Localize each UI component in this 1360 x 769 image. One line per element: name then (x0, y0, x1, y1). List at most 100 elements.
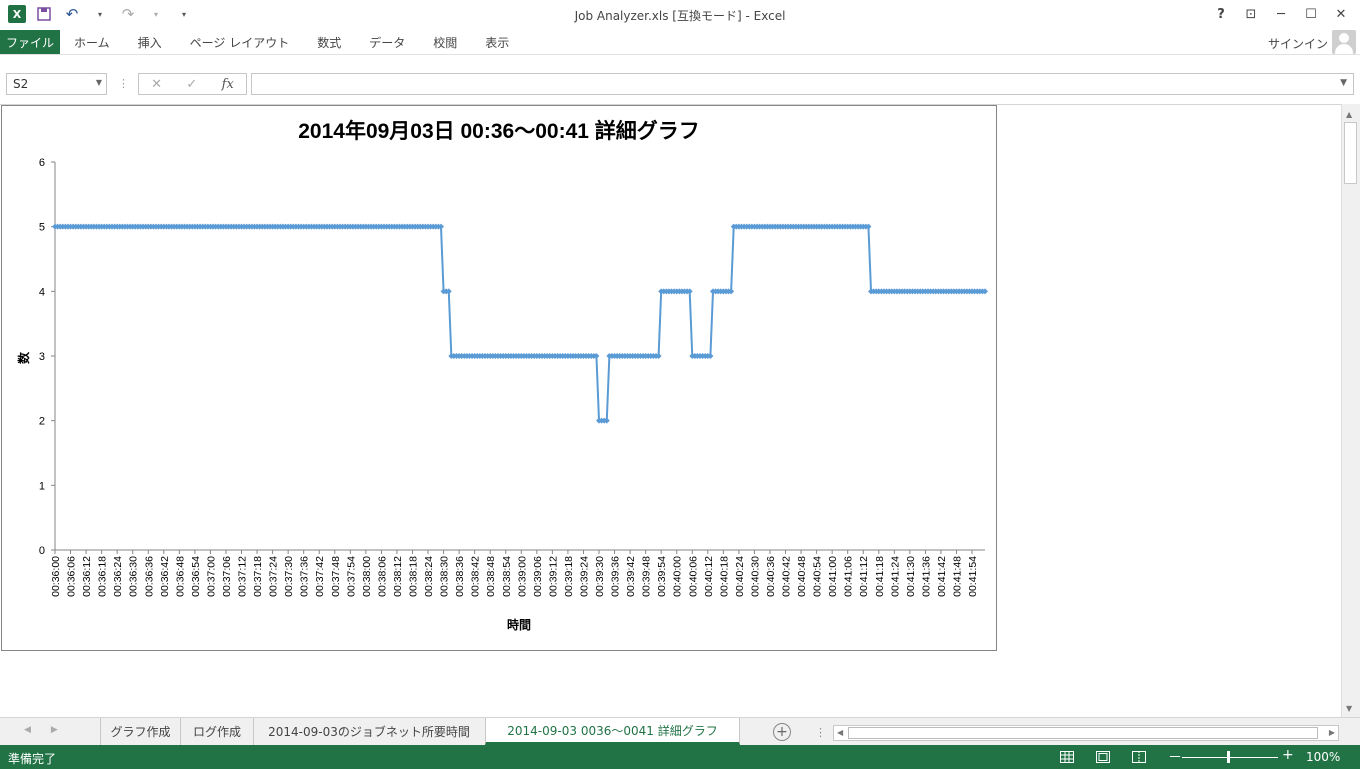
close-button[interactable]: ✕ (1328, 3, 1354, 25)
x-tick-label: 00:40:06 (687, 556, 699, 597)
zoom-level[interactable]: 100% (1306, 750, 1340, 764)
vertical-scrollbar[interactable]: ▲ ▼ (1341, 104, 1360, 717)
restore-button[interactable]: ☐ (1298, 3, 1324, 25)
vertical-scroll-thumb[interactable] (1344, 122, 1357, 184)
y-tick-label: 2 (39, 416, 45, 428)
sheet-prev-icon[interactable]: ◀ (24, 725, 31, 735)
formula-input[interactable]: ▼ (251, 73, 1354, 95)
scroll-right-icon[interactable]: ▶ (1329, 728, 1335, 737)
sheet-tab-graph-create[interactable]: グラフ作成 (100, 718, 180, 745)
horizontal-scroll-thumb[interactable] (848, 727, 1318, 739)
x-tick-label: 00:37:30 (283, 556, 295, 597)
tab-file[interactable]: ファイル (0, 30, 60, 54)
minimize-button[interactable]: ─ (1268, 3, 1294, 25)
formula-bar-grip[interactable]: ⋮ (118, 77, 129, 90)
title-bar: X ↶ ▾ ↷ ▾ ▾ Job Analyzer.xls [互換モード] - E… (0, 0, 1360, 30)
x-tick-label: 00:41:24 (889, 556, 901, 597)
x-tick-label: 00:37:00 (205, 556, 217, 597)
sheet-tab-detail-graph[interactable]: 2014-09-03 0036～0041 詳細グラフ (485, 718, 740, 745)
x-tick-label: 00:38:36 (454, 556, 466, 597)
x-tick-label: 00:38:48 (485, 556, 497, 597)
tab-insert[interactable]: 挿入 (124, 30, 176, 54)
zoom-slider[interactable]: － + (1168, 747, 1294, 767)
x-tick-label: 00:39:48 (641, 556, 653, 597)
y-tick-label: 5 (39, 222, 45, 234)
ribbon-display-icon[interactable]: ⊡ (1238, 3, 1264, 25)
x-tick-label: 00:39:12 (547, 556, 559, 597)
x-tick-label: 00:38:12 (392, 556, 404, 597)
scroll-down-icon[interactable]: ▼ (1346, 704, 1352, 713)
x-tick-label: 00:36:36 (143, 556, 155, 597)
window-title: Job Analyzer.xls [互換モード] - Excel (574, 9, 786, 23)
x-tick-label: 00:41:00 (827, 556, 839, 597)
series-line (52, 223, 988, 424)
chevron-down-icon[interactable]: ▼ (96, 78, 102, 87)
expand-formula-icon[interactable]: ▼ (1340, 78, 1347, 88)
x-tick-label: 00:36:12 (81, 556, 93, 597)
x-tick-label: 00:38:42 (470, 556, 482, 597)
sheet-tab-jobnet-time[interactable]: 2014-09-03のジョブネット所要時間 (253, 718, 484, 745)
x-tick-label: 00:37:48 (330, 556, 342, 597)
x-tick-label: 00:41:30 (905, 556, 917, 597)
formula-buttons: ✕ ✓ fx (138, 73, 247, 95)
x-tick-label: 00:38:06 (376, 556, 388, 597)
enter-icon[interactable]: ✓ (186, 77, 197, 92)
scroll-up-icon[interactable]: ▲ (1346, 110, 1352, 119)
insert-function-icon[interactable]: fx (222, 77, 234, 92)
x-tick-label: 00:39:30 (594, 556, 606, 597)
tab-home[interactable]: ホーム (60, 30, 124, 54)
sheet-next-icon[interactable]: ▶ (51, 725, 58, 735)
cancel-icon[interactable]: ✕ (151, 77, 162, 92)
x-tick-label: 00:36:18 (97, 556, 109, 597)
y-axis-label: 数 (16, 351, 31, 364)
x-tick-label: 00:41:18 (874, 556, 886, 597)
chart-object[interactable]: 2014年09月03日 00:36～00:41 詳細グラフ 0 1 2 3 4 5 6 00… (1, 105, 997, 651)
y-tick-label: 6 (39, 157, 45, 169)
x-tick-label: 00:37:06 (221, 556, 233, 597)
signin-link[interactable]: サインイン (1268, 35, 1328, 52)
status-bar: 準備完了 － + 100% (0, 745, 1360, 769)
series-path (55, 225, 985, 422)
sheet-tab-log-create[interactable]: ログ作成 (180, 718, 253, 745)
x-tick-label: 00:40:12 (703, 556, 715, 597)
x-tick-label: 00:36:00 (50, 556, 62, 597)
help-icon[interactable]: ? (1208, 3, 1234, 25)
tab-formulas[interactable]: 数式 (303, 30, 355, 54)
x-tick-label: 00:36:24 (112, 556, 124, 597)
x-tick-label: 00:41:54 (967, 556, 979, 597)
zoom-knob[interactable] (1227, 751, 1230, 763)
name-box-value: S2 (13, 77, 29, 91)
x-tick-label: 00:39:18 (563, 556, 575, 597)
x-tick-label: 00:38:54 (501, 556, 513, 597)
zoom-out-icon[interactable]: － (1168, 747, 1182, 767)
chart-title: 2014年09月03日 00:36～00:41 詳細グラフ (298, 119, 700, 143)
formula-bar: S2 ▼ ⋮ ✕ ✓ fx ▼ (0, 54, 1360, 104)
y-tick-label: 1 (39, 480, 45, 492)
x-tick-label: 00:39:06 (532, 556, 544, 597)
tab-view[interactable]: 表示 (471, 30, 523, 54)
scroll-left-icon[interactable]: ◀ (837, 728, 843, 737)
horizontal-scrollbar[interactable]: ◀ ▶ (833, 725, 1339, 741)
name-box[interactable]: S2 ▼ (6, 73, 107, 95)
tab-split-grip[interactable]: ⋮ (815, 726, 826, 739)
x-tick-label: 00:40:18 (718, 556, 730, 597)
x-tick-label: 00:40:48 (796, 556, 808, 597)
zoom-in-icon[interactable]: + (1282, 747, 1294, 763)
x-tick-label: 00:40:30 (749, 556, 761, 597)
x-tick-label: 00:37:12 (237, 556, 249, 597)
y-tick-label: 0 (39, 545, 45, 557)
avatar[interactable] (1332, 30, 1356, 54)
x-tick-label: 00:38:30 (439, 556, 451, 597)
tab-page-layout[interactable]: ページ レイアウト (176, 30, 304, 54)
page-layout-view-icon[interactable] (1094, 748, 1112, 766)
normal-view-icon[interactable] (1058, 748, 1076, 766)
x-tick-label: 00:36:48 (174, 556, 186, 597)
x-tick-label: 00:36:06 (66, 556, 78, 597)
zoom-track[interactable] (1182, 757, 1278, 758)
page-break-view-icon[interactable] (1130, 748, 1148, 766)
x-tick-label: 00:41:48 (952, 556, 964, 597)
x-tick-label: 00:39:42 (625, 556, 637, 597)
add-sheet-button[interactable]: + (773, 723, 791, 741)
tab-data[interactable]: データ (355, 30, 419, 54)
tab-review[interactable]: 校閲 (419, 30, 471, 54)
